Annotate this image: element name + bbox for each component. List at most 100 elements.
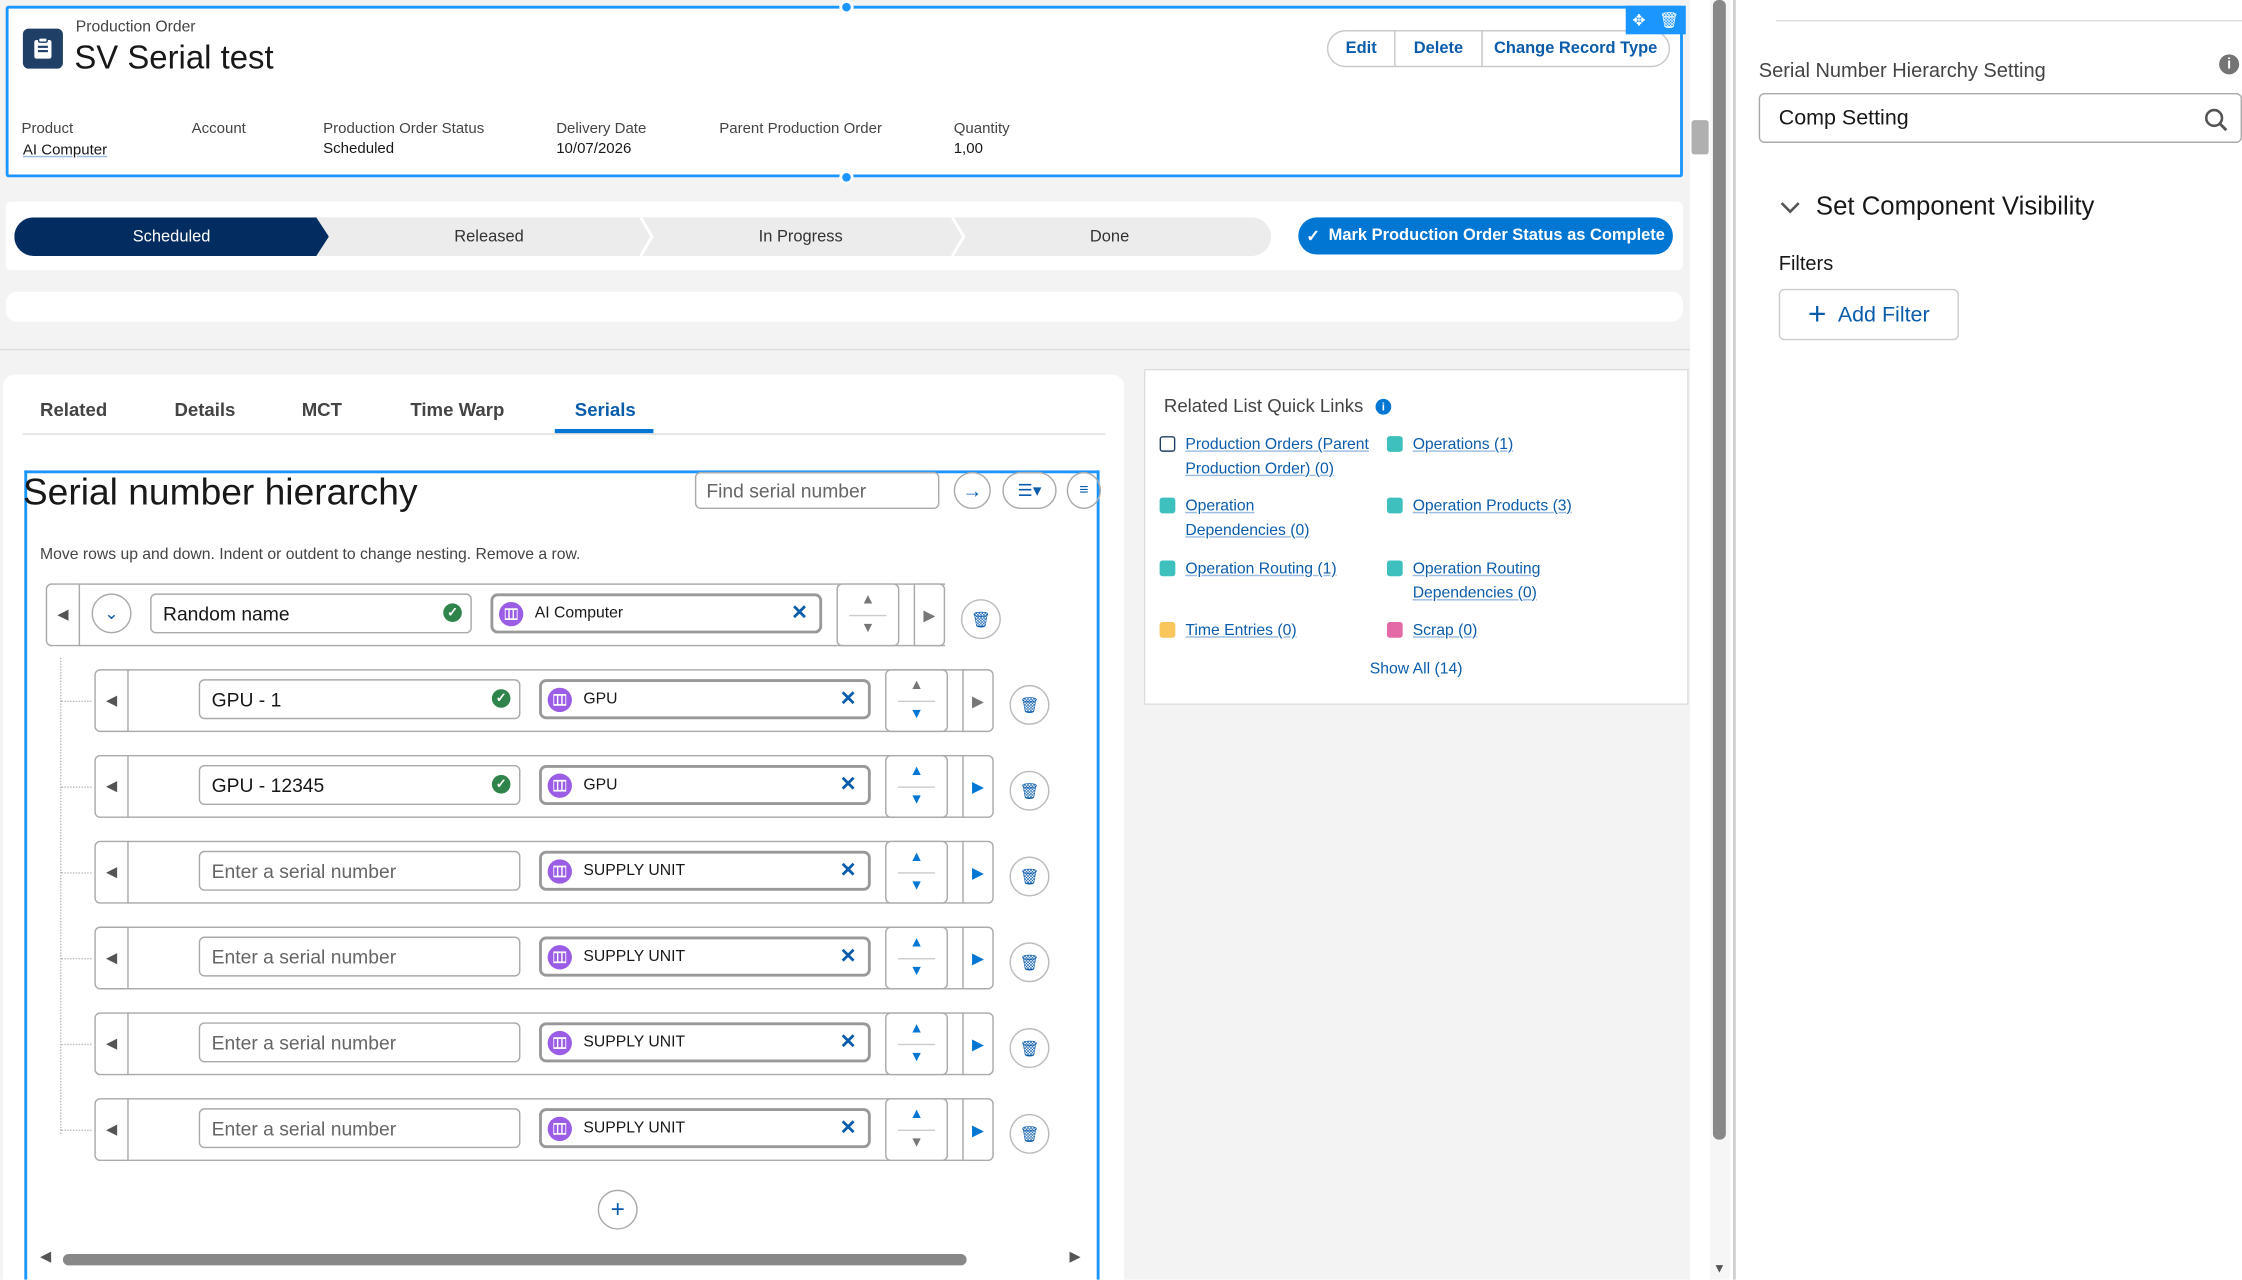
path-stage-released[interactable]: Released	[332, 217, 647, 256]
collapse-all-button[interactable]: ≡	[1066, 471, 1101, 510]
move-up-icon[interactable]: ▲	[887, 935, 947, 951]
serial-input[interactable]: Enter a serial number	[198, 1108, 521, 1149]
delete-row-button[interactable]: 🗑	[1009, 942, 1050, 983]
outdent-button[interactable]: ◀	[94, 1098, 129, 1162]
move-up-down[interactable]: ▲ ▼	[885, 840, 948, 904]
product-lookup[interactable]: SUPPLY UNIT ✕	[539, 850, 871, 891]
resize-handle-bottom[interactable]	[839, 170, 854, 185]
clear-icon[interactable]: ✕	[791, 601, 808, 625]
product-lookup-root[interactable]: AI Computer ✕	[490, 593, 823, 634]
link-operations[interactable]: Operations (1)	[1413, 433, 1514, 457]
product-lookup[interactable]: GPU ✕	[539, 764, 871, 806]
serial-input-root[interactable]: Random name	[150, 593, 472, 634]
indent-button[interactable]: ▶	[962, 1098, 994, 1162]
indent-button[interactable]: ▶	[962, 754, 994, 818]
move-down-icon[interactable]: ▼	[887, 964, 947, 980]
serial-input[interactable]: GPU - 1	[198, 679, 521, 720]
move-up-icon[interactable]: ▲	[887, 764, 947, 780]
move-up-down[interactable]: ▲ ▼	[885, 754, 948, 818]
serial-input[interactable]: Enter a serial number	[198, 1022, 521, 1063]
path-stage-in-progress[interactable]: In Progress	[643, 217, 958, 256]
delete-row-button[interactable]: 🗑	[1009, 684, 1050, 725]
move-icon[interactable]: ✥	[1632, 11, 1645, 29]
move-up-icon[interactable]: ▲	[887, 1021, 947, 1037]
product-link[interactable]: AI Computer	[23, 142, 107, 159]
outdent-button[interactable]: ◀	[94, 669, 129, 733]
serial-input[interactable]: Enter a serial number	[198, 936, 521, 977]
expand-toggle-button[interactable]: ⌄	[91, 593, 132, 634]
move-up-down[interactable]: ▲ ▼	[885, 926, 948, 990]
section-toggle[interactable]: Set Component Visibility	[1779, 192, 2094, 222]
serial-input[interactable]: GPU - 12345	[198, 764, 521, 806]
link-time-entries[interactable]: Time Entries (0)	[1185, 619, 1296, 643]
tab-related[interactable]: Related	[40, 399, 107, 420]
delete-row-button[interactable]: 🗑	[1009, 856, 1050, 897]
setting-combobox[interactable]: Comp Setting	[1758, 92, 2242, 143]
clear-icon[interactable]: ✕	[840, 858, 857, 882]
indent-button[interactable]: ▶	[913, 583, 946, 647]
move-up-down[interactable]: ▲ ▼	[885, 1098, 948, 1162]
link-operation-products[interactable]: Operation Products (3)	[1413, 495, 1572, 519]
link-production-orders[interactable]: Production Orders (Parent Production Ord…	[1185, 433, 1378, 480]
edit-button[interactable]: Edit	[1326, 30, 1396, 68]
vertical-scrollbar[interactable]: ▼	[1710, 0, 1731, 1280]
link-operation-routing-dependencies[interactable]: Operation Routing Dependencies (0)	[1413, 558, 1556, 605]
add-filter-button[interactable]: + Add Filter	[1778, 288, 1959, 341]
scroll-thumb-vertical[interactable]	[1712, 0, 1726, 1140]
clear-icon[interactable]: ✕	[840, 1029, 857, 1053]
tab-serials[interactable]: Serials	[575, 399, 636, 420]
move-down-icon[interactable]: ▼	[887, 1135, 947, 1151]
clear-icon[interactable]: ✕	[840, 686, 857, 710]
move-up-down[interactable]: ▲ ▼	[885, 1012, 948, 1076]
scroll-right-icon[interactable]: ▶	[1070, 1250, 1081, 1266]
product-lookup[interactable]: SUPPLY UNIT ✕	[539, 1022, 871, 1063]
panel-collapse-handle[interactable]	[1691, 120, 1709, 155]
move-down-icon[interactable]: ▼	[887, 1050, 947, 1066]
mark-complete-button[interactable]: ✓ Mark Production Order Status as Complet…	[1298, 217, 1673, 255]
delete-row-button[interactable]: 🗑	[960, 599, 1001, 640]
move-down-icon[interactable]: ▼	[887, 706, 947, 722]
delete-button[interactable]: Delete	[1394, 30, 1483, 68]
scroll-left-icon[interactable]: ◀	[40, 1250, 51, 1266]
move-up-icon[interactable]: ▲	[887, 678, 947, 694]
outdent-button[interactable]: ◀	[94, 754, 129, 818]
find-serial-input[interactable]: Find serial number	[694, 471, 940, 510]
show-all-link[interactable]: Show All (14)	[1370, 658, 1463, 682]
link-operation-dependencies[interactable]: Operation Dependencies (0)	[1185, 495, 1328, 542]
clear-icon[interactable]: ✕	[840, 1115, 857, 1139]
trash-icon[interactable]: 🗑	[1659, 11, 1679, 29]
move-up-icon[interactable]: ▲	[887, 849, 947, 865]
outdent-button[interactable]: ◀	[45, 583, 81, 647]
move-down-icon[interactable]: ▼	[887, 878, 947, 894]
delete-row-button[interactable]: 🗑	[1009, 1113, 1050, 1154]
scroll-down-icon[interactable]: ▼	[1713, 1261, 1726, 1275]
path-stage-done[interactable]: Done	[955, 217, 1264, 256]
delete-row-button[interactable]: 🗑	[1009, 770, 1050, 811]
clear-icon[interactable]: ✕	[840, 944, 857, 968]
product-lookup[interactable]: SUPPLY UNIT ✕	[539, 936, 871, 977]
outdent-button[interactable]: ◀	[94, 1012, 129, 1076]
change-record-type-button[interactable]: Change Record Type	[1481, 30, 1671, 68]
delete-row-button[interactable]: 🗑	[1009, 1028, 1050, 1069]
link-operation-routing[interactable]: Operation Routing (1)	[1185, 558, 1336, 582]
resize-handle-top[interactable]	[839, 0, 854, 15]
tab-time-warp[interactable]: Time Warp	[410, 399, 504, 420]
move-up-icon[interactable]: ▲	[887, 1107, 947, 1123]
indent-button[interactable]: ▶	[962, 1012, 994, 1076]
path-stage-scheduled[interactable]: Scheduled	[14, 217, 329, 256]
clear-icon[interactable]: ✕	[840, 772, 857, 796]
link-scrap[interactable]: Scrap (0)	[1413, 619, 1478, 643]
tab-mct[interactable]: MCT	[302, 399, 342, 420]
go-search-button[interactable]: →	[953, 471, 991, 510]
horizontal-scrollbar[interactable]: ◀ ▶	[40, 1250, 1087, 1270]
list-menu-button[interactable]: ☰▾	[1002, 471, 1057, 510]
outdent-button[interactable]: ◀	[94, 840, 129, 904]
indent-button[interactable]: ▶	[962, 840, 994, 904]
move-up-down[interactable]: ▲ ▼	[885, 669, 948, 733]
scroll-thumb[interactable]	[62, 1253, 967, 1266]
record-header[interactable]: Production Order SV Serial test Edit Del…	[5, 0, 1686, 185]
product-lookup[interactable]: SUPPLY UNIT ✕	[539, 1108, 871, 1149]
serial-input[interactable]: Enter a serial number	[198, 850, 521, 891]
indent-button[interactable]: ▶	[962, 926, 994, 990]
move-down-icon[interactable]: ▼	[887, 792, 947, 808]
